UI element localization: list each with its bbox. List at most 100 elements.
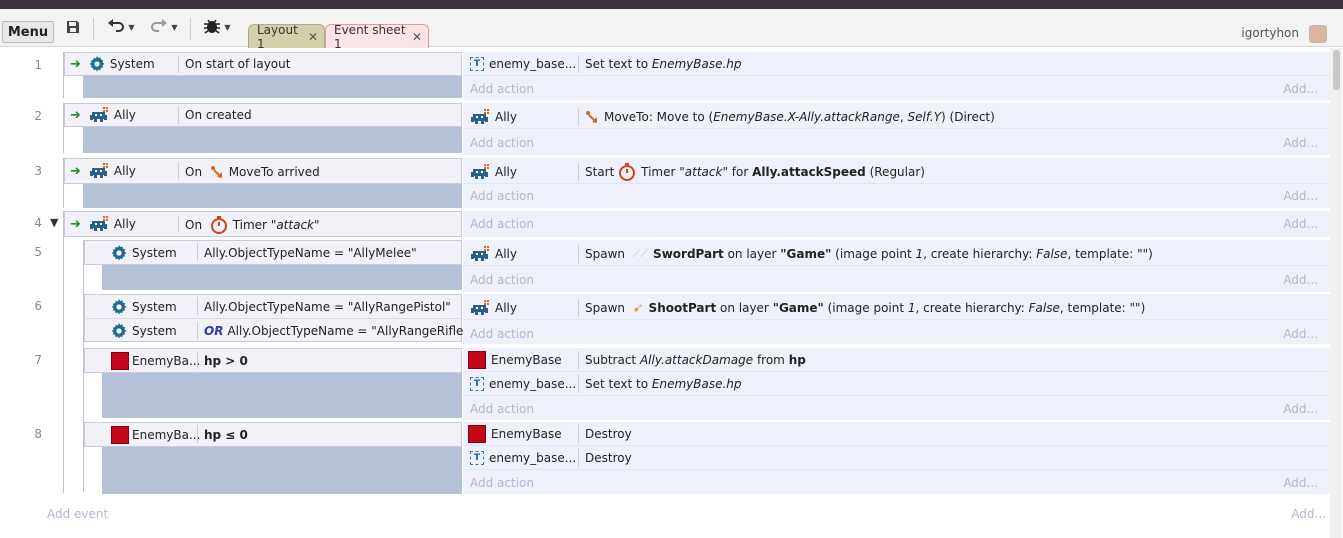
event-sheet: 1 ➜ System On start of layout Tenemy_bas… [0, 48, 1330, 538]
condition-object[interactable]: ➜ Ally [70, 211, 136, 237]
action-text[interactable]: Spawn ➹ ShootPart on layer "Game" (image … [585, 296, 1145, 320]
action-object[interactable]: EnemyBase [468, 348, 562, 372]
add-action-link[interactable]: Add action [470, 402, 534, 416]
action-text[interactable]: Destroy [585, 446, 632, 470]
cell-divider [578, 108, 579, 126]
tab-event-sheet-1[interactable]: Event sheet 1 ✕ [325, 23, 429, 51]
add-more-link[interactable]: Add... [1283, 476, 1318, 490]
ally-sprite-icon [470, 109, 490, 125]
timer-icon [618, 163, 636, 181]
action-row[interactable]: Ally Spawn ⟋⟋ SwordPart on layer "Game" (… [463, 242, 1330, 266]
condition-object[interactable]: System [111, 240, 177, 265]
text-object-icon: T [470, 451, 484, 465]
action-text[interactable]: Subtract Ally.attackDamage from hp [585, 348, 806, 372]
condition-text[interactable]: On created [185, 103, 252, 127]
cell-divider [178, 215, 179, 233]
add-more-link[interactable]: Add... [1283, 136, 1318, 150]
add-action-link[interactable]: Add action [470, 136, 534, 150]
add-more-link[interactable]: Add... [1283, 82, 1318, 96]
add-event-link[interactable]: Add event [47, 507, 108, 521]
cell-divider [178, 162, 179, 180]
add-more-link[interactable]: Add... [1283, 327, 1318, 341]
add-action-link[interactable]: Add action [470, 189, 534, 203]
action-row[interactable]: EnemyBase Destroy [463, 422, 1330, 446]
ally-sprite-icon [89, 107, 109, 123]
condition-object[interactable]: ➜ Ally [70, 158, 136, 184]
action-row[interactable]: Ally MoveTo: Move to (EnemyBase.X-Ally.a… [463, 105, 1330, 129]
username[interactable]: igortyhon [1241, 26, 1299, 40]
action-object[interactable]: Tenemy_base... [470, 372, 576, 396]
condition-object[interactable]: System [111, 295, 177, 319]
action-block: EnemyBase Subtract Ally.attackDamage fro… [463, 348, 1330, 420]
object-name: EnemyBase [491, 427, 562, 441]
action-row[interactable]: Ally Spawn ➹ ShootPart on layer "Game" (i… [463, 296, 1330, 320]
action-text[interactable]: MoveTo: Move to (EnemyBase.X-Ally.attack… [585, 105, 995, 129]
cell-divider [578, 299, 579, 317]
ally-sprite-icon [470, 164, 490, 180]
condition-gap [102, 447, 462, 494]
close-icon[interactable]: ✕ [412, 30, 422, 44]
condition-object[interactable]: ➜ System [70, 52, 155, 76]
save-icon[interactable] [62, 15, 84, 39]
action-object[interactable]: Ally [470, 105, 517, 129]
close-icon[interactable]: ✕ [308, 30, 318, 44]
gear-icon [89, 56, 105, 72]
condition-object[interactable]: EnemyBa... [111, 348, 200, 373]
condition-text[interactable]: Ally.ObjectTypeName = "AllyMelee" [204, 240, 417, 265]
debug-button[interactable]: ▼ [198, 15, 236, 39]
avatar[interactable] [1309, 25, 1327, 43]
condition-text[interactable]: On start of layout [185, 52, 290, 76]
action-text[interactable]: Set text to EnemyBase.hp [585, 372, 742, 396]
action-object[interactable]: Tenemy_base... [470, 52, 576, 76]
add-more-link[interactable]: Add... [1283, 273, 1318, 287]
add-action-link[interactable]: Add action [470, 327, 534, 341]
action-row[interactable]: Tenemy_base... Set text to EnemyBase.hp [463, 372, 1330, 396]
add-action-link[interactable]: Add action [470, 273, 534, 287]
undo-button[interactable]: ▼ [101, 15, 141, 39]
action-text[interactable]: Spawn ⟋⟋ SwordPart on layer "Game" (image… [585, 242, 1153, 266]
add-more-link[interactable]: Add... [1283, 189, 1318, 203]
object-name: enemy_base... [489, 451, 577, 465]
add-event-more-link[interactable]: Add... [1291, 507, 1326, 521]
action-row[interactable]: Tenemy_base... Set text to EnemyBase.hp [463, 52, 1330, 76]
bug-icon [203, 18, 221, 37]
trigger-arrow-icon: ➜ [70, 56, 81, 72]
action-block: Ally Start Timer "attack" for Ally.attac… [463, 158, 1330, 208]
menu-button[interactable]: Menu [2, 21, 54, 43]
condition-text[interactable]: On MoveTo arrived [185, 158, 320, 186]
add-more-link[interactable]: Add... [1283, 217, 1318, 231]
action-row[interactable]: EnemyBase Subtract Ally.attackDamage fro… [463, 348, 1330, 372]
action-object[interactable]: Ally [470, 160, 517, 184]
redo-button[interactable]: ▼ [144, 15, 184, 39]
action-object[interactable]: Ally [470, 242, 517, 266]
action-object[interactable]: EnemyBase [468, 422, 562, 446]
event-number: 6 [34, 299, 42, 313]
condition-text[interactable]: Ally.ObjectTypeName = "AllyRangePistol" [204, 295, 451, 319]
condition-object[interactable]: EnemyBa... [111, 422, 200, 447]
add-more-link[interactable]: Add... [1283, 402, 1318, 416]
tab-layout-1[interactable]: Layout 1 ✕ [248, 23, 325, 51]
condition-text[interactable]: hp ≤ 0 [204, 422, 248, 447]
condition-object[interactable]: ➜ Ally [70, 103, 136, 127]
condition-gap [102, 373, 462, 418]
action-object[interactable]: Tenemy_base... [470, 446, 576, 470]
action-block: Ally Spawn ⟋⟋ SwordPart on layer "Game" (… [463, 240, 1330, 292]
collapse-arrow-icon[interactable]: ▼ [50, 216, 58, 229]
action-row[interactable]: Tenemy_base... Destroy [463, 446, 1330, 470]
add-action-link[interactable]: Add action [470, 217, 534, 231]
object-name: System [132, 245, 177, 260]
add-action-link[interactable]: Add action [470, 82, 534, 96]
condition-text[interactable]: OR Ally.ObjectTypeName = "AllyRangeRifle" [204, 319, 469, 343]
condition-object[interactable]: System [111, 319, 177, 343]
action-text[interactable]: Start Timer "attack" for Ally.attackSpee… [585, 160, 925, 184]
condition-text[interactable]: On Timer "attack" [185, 211, 320, 239]
action-object[interactable]: Ally [470, 296, 517, 320]
action-text[interactable]: Set text to EnemyBase.hp [585, 52, 742, 76]
vertical-scrollbar[interactable] [1330, 48, 1342, 538]
action-text[interactable]: Destroy [585, 422, 632, 446]
condition-text[interactable]: hp > 0 [204, 348, 248, 373]
scrollbar-thumb[interactable] [1333, 50, 1340, 90]
action-row[interactable]: Ally Start Timer "attack" for Ally.attac… [463, 160, 1330, 184]
object-name: System [132, 300, 177, 314]
add-action-link[interactable]: Add action [470, 476, 534, 490]
